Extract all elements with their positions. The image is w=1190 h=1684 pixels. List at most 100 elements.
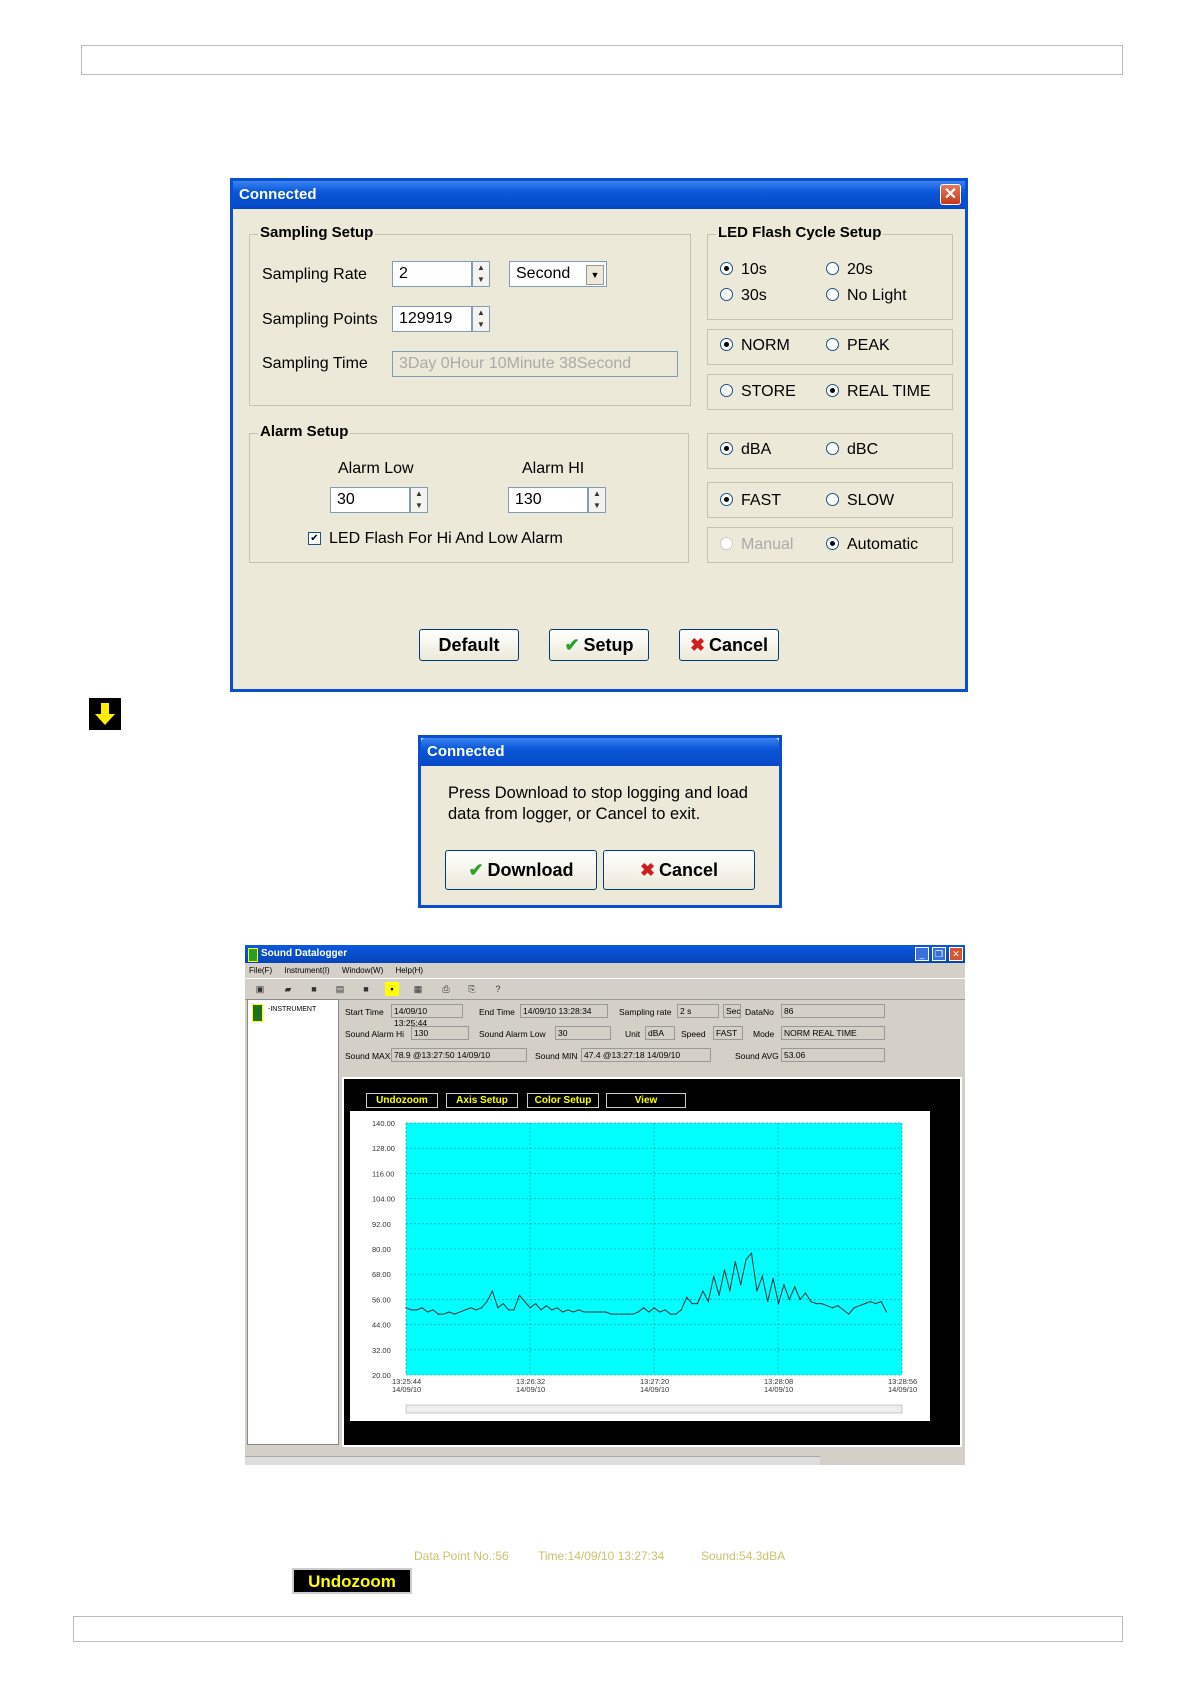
menu-instrument[interactable]: Instrument(I): [284, 966, 329, 975]
data-point: [556, 1307, 558, 1309]
chart-hscroll[interactable]: [405, 1404, 903, 1414]
restore-icon[interactable]: ❐: [932, 947, 946, 961]
undozoom-button-large[interactable]: Undozoom: [292, 1568, 412, 1594]
data-point: [513, 1309, 515, 1311]
data-point: [653, 1307, 655, 1309]
radio-10s[interactable]: 10s: [720, 261, 767, 279]
axis-setup-button[interactable]: Axis Setup: [446, 1093, 518, 1108]
data-point: [767, 1300, 769, 1303]
radio-slow[interactable]: SLOW: [826, 492, 894, 510]
sampling-rate-value: 2 s: [677, 1004, 719, 1018]
led-flash-group: LED Flash Cycle Setup 10s 20s 30s No Lig…: [707, 224, 953, 320]
data-point: [675, 1313, 677, 1315]
color-setup-button[interactable]: Color Setup: [527, 1093, 599, 1108]
tree-item-instrument[interactable]: -INSTRUMENT: [268, 1006, 316, 1013]
data-point: [421, 1307, 423, 1309]
speed-value: FAST: [713, 1026, 743, 1040]
radio-dba[interactable]: dBA: [720, 441, 771, 459]
data-point: [561, 1311, 564, 1313]
record-icon[interactable]: ■: [359, 982, 373, 996]
menu-help[interactable]: Help(H): [396, 966, 424, 975]
sampling-rate-input[interactable]: 2: [392, 261, 472, 287]
data-point: [648, 1311, 650, 1313]
chevron-down-icon[interactable]: ▼: [586, 265, 604, 285]
data-point: [696, 1303, 699, 1305]
data-point: [470, 1307, 472, 1309]
data-point: [626, 1313, 628, 1315]
default-button[interactable]: Default: [419, 629, 519, 661]
preview-icon[interactable]: ⎘: [465, 982, 479, 996]
stop-icon[interactable]: ■: [307, 982, 321, 996]
radio-no-light[interactable]: No Light: [826, 287, 907, 305]
radio-store[interactable]: STORE: [720, 383, 796, 401]
sound-level-chart[interactable]: 140.00 128.00 116.00 104.00 92.00 80.00 68.00 5…: [350, 1111, 930, 1421]
realtime-icon[interactable]: ▪: [385, 982, 399, 996]
radio-fast[interactable]: FAST: [720, 492, 781, 510]
data-point: [480, 1307, 483, 1309]
help-icon[interactable]: ?: [491, 982, 505, 996]
radio-automatic[interactable]: Automatic: [826, 536, 918, 554]
data-point: [794, 1286, 796, 1288]
checkmark-icon[interactable]: ✔: [308, 532, 321, 546]
data-point: [713, 1275, 715, 1277]
radio-30s[interactable]: 30s: [720, 287, 767, 305]
sampling-points-spinner[interactable]: ▲ ▼: [472, 306, 490, 332]
list-icon[interactable]: ▤: [333, 982, 347, 996]
sound-min-value: 47.4 @13:27:18 14/09/10: [581, 1048, 711, 1062]
radio-dbc[interactable]: dBC: [826, 441, 878, 459]
sampling-rate-spinner[interactable]: ▲ ▼: [472, 261, 490, 287]
window-hscroll[interactable]: [245, 1456, 820, 1465]
sampling-points-label: Sampling Points: [262, 311, 378, 328]
data-point: [437, 1313, 439, 1315]
alarm-hi-spinner[interactable]: ▲ ▼: [588, 487, 606, 513]
table-icon[interactable]: ▦: [411, 982, 425, 996]
cancel-button[interactable]: ✖ Cancel: [679, 629, 779, 661]
undozoom-button[interactable]: Undozoom: [366, 1093, 438, 1108]
y-tick-label: 56.00: [372, 1295, 391, 1304]
save-icon[interactable]: ▣: [253, 982, 267, 996]
alarm-low-input[interactable]: 30: [330, 487, 410, 513]
setup-button[interactable]: ✔ Setup: [549, 629, 649, 661]
data-point: [583, 1311, 585, 1313]
close-icon[interactable]: ✕: [940, 184, 961, 205]
download-button[interactable]: ✔ Download: [445, 850, 597, 890]
page-footer-box: [73, 1616, 1123, 1642]
sec-unit: Sec: [723, 1004, 741, 1018]
toolbar: ▣ ▰ ■ ▤ ■ ▪ ▦ ⎙ ⎘ ?: [245, 978, 965, 1000]
data-point: [837, 1305, 839, 1307]
close-icon[interactable]: ✕: [949, 947, 963, 961]
menu-file[interactable]: File(F): [249, 966, 272, 975]
chart-x-ticks: 13:25:4414/09/1013:26:3214/09/1013:27:20…: [392, 1377, 917, 1394]
alarm-hi-input[interactable]: 130: [508, 487, 588, 513]
connected-cancel-button[interactable]: ✖ Cancel: [603, 850, 755, 890]
end-time-value: 14/09/10 13:28:34: [520, 1004, 608, 1018]
data-point: [491, 1290, 493, 1292]
sampling-unit-select[interactable]: Second ▼: [509, 261, 607, 287]
minimize-icon[interactable]: _: [915, 947, 929, 961]
dialog-title: Connected: [233, 181, 965, 209]
sampling-setup-legend: Sampling Setup: [258, 224, 376, 241]
menu-window[interactable]: Window(W): [342, 966, 383, 975]
y-tick-label: 20.00: [372, 1371, 391, 1380]
led-flash-checkbox[interactable]: ✔ LED Flash For Hi And Low Alarm: [308, 530, 563, 548]
sampling-time-label: Sampling Time: [262, 355, 368, 372]
sampling-points-input[interactable]: 129919: [392, 306, 472, 332]
y-tick-label: 116.00: [372, 1169, 394, 1178]
y-tick-label: 32.00: [372, 1346, 391, 1355]
alarm-low-spinner[interactable]: ▲ ▼: [410, 487, 428, 513]
mode-value: NORM REAL TIME: [781, 1026, 885, 1040]
data-point: [799, 1298, 801, 1300]
radio-norm[interactable]: NORM: [720, 337, 790, 355]
data-point: [788, 1298, 790, 1300]
print-icon[interactable]: ⎙: [439, 982, 453, 996]
view-button[interactable]: View: [606, 1093, 686, 1108]
data-point: [578, 1309, 580, 1311]
data-point: [729, 1290, 731, 1292]
unit-label: Unit: [625, 1029, 641, 1039]
checkmark-icon: ✔: [468, 860, 484, 880]
radio-20s[interactable]: 20s: [826, 261, 873, 279]
radio-peak[interactable]: PEAK: [826, 337, 890, 355]
open-icon[interactable]: ▰: [281, 982, 295, 996]
radio-real-time[interactable]: REAL TIME: [826, 383, 931, 401]
data-point: [885, 1311, 888, 1313]
